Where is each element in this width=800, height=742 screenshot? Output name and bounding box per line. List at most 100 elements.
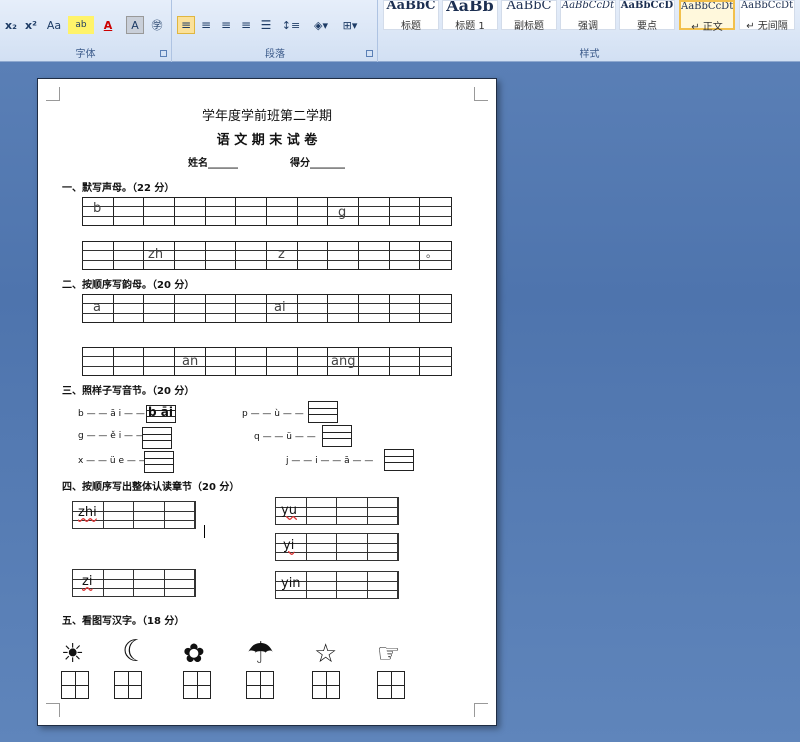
margin-mark [46, 703, 60, 717]
pinyin-grid [82, 347, 452, 376]
section-4-heading: 四、按顺序写出整体认读章节（20 分） [62, 482, 240, 493]
style-label: ↵ 正文 [691, 22, 723, 33]
line-spacing-icon: ↕≡ [281, 18, 301, 32]
hand-icon: ☞ [377, 639, 401, 669]
guide-line [82, 313, 452, 314]
distributed-button[interactable]: ☰ [257, 16, 275, 34]
section-2-heading: 二、按顺序写韵母。（20 分） [62, 280, 195, 291]
name-field: 姓名______ [188, 158, 238, 169]
style-emphasis[interactable]: AaBbCcDt 强调 [560, 0, 616, 32]
style-normal[interactable]: AaBbCcDt ↵ 正文 [679, 0, 735, 33]
tian-grid[interactable] [377, 671, 405, 699]
section-1-heading: 一、默写声母。（22 分） [62, 183, 175, 194]
pinyin-z: z [278, 247, 285, 262]
margin-mark [474, 703, 488, 717]
font-group: x₂ x² Aa ab A A ㊫ 字体 [0, 0, 172, 62]
section-3-heading: 三、照样子写音节。（20 分） [62, 386, 195, 397]
change-case-button[interactable]: Aa [42, 16, 66, 34]
exercise-6: j — — i — — ā — — [286, 456, 374, 466]
pinyin-grid [82, 197, 452, 226]
style-preview: AaBbCcDt [681, 2, 733, 12]
guide-line [82, 303, 452, 304]
pinyin-dot: 。 [426, 247, 437, 260]
umbrella-icon: ☂ [247, 636, 274, 671]
pinyin-zh: zh [148, 247, 164, 262]
font-group-label: 字体 [75, 49, 96, 60]
justify-button[interactable]: ≡ [237, 16, 255, 34]
pinyin-a: a [93, 300, 101, 315]
doc-title: 学年度学前班第二学期 [201, 109, 332, 124]
margin-mark [474, 87, 488, 101]
style-preview: AaBbC [386, 1, 436, 13]
borders-button[interactable]: ⊞▾ [337, 16, 363, 34]
style-preview: AaBbCcDt [561, 1, 615, 11]
flower-icon: ✿ [183, 639, 205, 669]
styles-group: AaBbC 标题 AaBb 标题 1 AaBbC 副标题 AaBbCcDt 强调 AaB… [379, 0, 800, 62]
pinyin-ai: ai [274, 300, 286, 315]
pinyin-ang: ang [331, 354, 356, 369]
font-color-button[interactable]: A [96, 16, 120, 34]
align-right-icon: ≡ [220, 18, 232, 32]
style-no-spacing[interactable]: AaBbCcDt ↵ 无间隔 [739, 0, 795, 32]
pinyin-zhi: zhi [78, 505, 97, 520]
answer-box[interactable] [308, 401, 338, 423]
distributed-icon: ☰ [260, 18, 272, 32]
star-icon: ☆ [314, 639, 338, 669]
align-center-icon: ≡ [200, 18, 212, 32]
superscript-button[interactable]: x² [22, 16, 40, 34]
pinyin-yu: yu [281, 503, 297, 518]
pinyin-an: an [182, 354, 199, 369]
line-spacing-button[interactable]: ↕≡ [279, 16, 303, 34]
align-right-button[interactable]: ≡ [217, 16, 235, 34]
shading-button[interactable]: ◈▾ [307, 16, 335, 34]
tian-grid[interactable] [246, 671, 274, 699]
guide-line [82, 206, 452, 207]
border-icon: ⊞▾ [342, 18, 358, 32]
style-label: ↵ 无间隔 [746, 21, 788, 32]
guide-line [82, 216, 452, 217]
paragraph-dialog-launcher[interactable] [366, 50, 373, 57]
doc-subtitle: 语 文 期 末 试 卷 [216, 133, 318, 148]
document-page[interactable]: 学年度学前班第二学期 语 文 期 末 试 卷 姓名______ 得分______… [37, 78, 497, 726]
pinyin-b: b [93, 201, 102, 216]
styles-group-label: 样式 [579, 49, 600, 60]
style-label: 标题 [401, 21, 421, 32]
score-field: 得分_______ [290, 158, 345, 169]
justify-icon: ≡ [240, 18, 252, 32]
exercise-2: p — — ù — — [242, 409, 304, 419]
answer-box[interactable] [142, 427, 172, 449]
ribbon: x₂ x² Aa ab A A ㊫ 字体 ≡ ≡ ≡ ≡ ☰ ↕≡ ◈▾ ⊞▾ … [0, 0, 800, 62]
tian-grid[interactable] [312, 671, 340, 699]
style-strong[interactable]: AaBbCcD 要点 [619, 0, 675, 32]
answer-box[interactable] [384, 449, 414, 471]
answer-box[interactable] [322, 425, 352, 447]
char-shading-button[interactable]: A [126, 16, 144, 34]
subscript-button[interactable]: x₂ [2, 16, 20, 34]
pinyin-zi: zi [82, 574, 93, 589]
align-center-button[interactable]: ≡ [197, 16, 215, 34]
style-heading1[interactable]: AaBb 标题 1 [442, 0, 498, 32]
tian-grid[interactable] [183, 671, 211, 699]
pinyin-yin: yin [281, 576, 301, 591]
tian-grid[interactable] [114, 671, 142, 699]
style-title[interactable]: AaBbC 标题 [383, 0, 439, 32]
style-label: 副标题 [514, 21, 544, 32]
text-cursor [204, 525, 205, 538]
pinyin-g: g [338, 205, 347, 220]
guide-line [82, 260, 452, 261]
guide-line [82, 356, 452, 357]
style-label: 要点 [637, 21, 657, 32]
tian-grid[interactable] [61, 671, 89, 699]
guide-line [82, 250, 452, 251]
style-label: 强调 [578, 21, 598, 32]
answer-box[interactable] [144, 451, 174, 473]
example-1: b — — ā i — — [78, 409, 145, 419]
highlight-button[interactable]: ab [68, 16, 94, 34]
enclose-char-button[interactable]: ㊫ [148, 16, 166, 34]
style-preview: AaBbCcDt [740, 1, 794, 11]
paint-bucket-icon: ◈▾ [314, 18, 328, 32]
align-left-button[interactable]: ≡ [177, 16, 195, 34]
font-dialog-launcher[interactable] [160, 50, 167, 57]
style-subtitle[interactable]: AaBbC 副标题 [501, 0, 557, 32]
moon-icon: ☾ [122, 634, 149, 669]
